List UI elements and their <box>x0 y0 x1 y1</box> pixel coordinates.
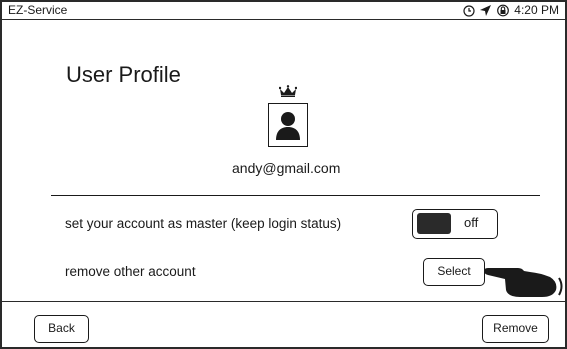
divider <box>51 195 540 196</box>
back-button[interactable]: Back <box>34 315 89 343</box>
select-button[interactable]: Select <box>423 258 485 286</box>
avatar <box>268 103 308 147</box>
remove-button[interactable]: Remove <box>482 315 549 343</box>
toggle-state-label: off <box>464 215 479 230</box>
user-avatar-icon <box>276 112 300 140</box>
clock-icon <box>463 4 475 17</box>
lock-rotate-icon <box>496 4 510 17</box>
app-title: EZ-Service <box>8 3 68 17</box>
app-screen: EZ-Service 4:20 PM User Profile andy@gma… <box>0 0 567 349</box>
status-icons: 4:20 PM <box>463 2 559 19</box>
toggle-knob <box>417 213 451 234</box>
user-email: andy@gmail.com <box>232 160 341 176</box>
crown-icon <box>278 84 298 102</box>
master-account-label: set your account as master (keep login s… <box>65 216 342 231</box>
footer-divider <box>2 301 565 302</box>
location-arrow-icon <box>479 4 492 17</box>
pointing-hand-icon <box>480 264 564 303</box>
status-time: 4:20 PM <box>514 3 559 17</box>
page-title: User Profile <box>66 62 181 87</box>
remove-other-account-label: remove other account <box>65 264 196 279</box>
status-bar: EZ-Service 4:20 PM <box>2 2 565 20</box>
master-account-toggle[interactable]: off <box>412 209 498 239</box>
